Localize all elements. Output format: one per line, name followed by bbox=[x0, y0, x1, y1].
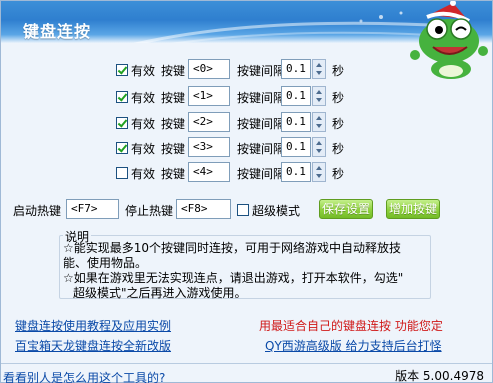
hotkey-row: 启动热键 <F7> 停止热键 <F8> 超级模式 保存设置 增加按键 bbox=[1, 199, 492, 221]
row-key-field[interactable]: <2> bbox=[188, 112, 230, 132]
key-row: 有效 按键 <1> 按键间隔 0.1 秒 bbox=[1, 86, 381, 108]
row-interval-stepper[interactable] bbox=[312, 86, 326, 106]
row-interval-field[interactable]: 0.1 bbox=[281, 86, 311, 106]
row-enabled-checkbox[interactable] bbox=[116, 64, 128, 76]
row-key-label: 按键 bbox=[161, 142, 186, 156]
row-unit-label: 秒 bbox=[332, 117, 345, 131]
row-interval-stepper[interactable] bbox=[312, 59, 326, 79]
description-line: 能、使用物品。 bbox=[63, 256, 148, 270]
row-unit-label: 秒 bbox=[332, 142, 345, 156]
description-line: ☆能实现最多10个按键同时连按，可用于网络游戏中自动释放技 bbox=[63, 241, 402, 255]
tutorial-link[interactable]: 键盘连按使用教程及应用实例 bbox=[15, 317, 171, 334]
row-enabled-label: 有效 bbox=[131, 167, 156, 181]
row-interval-label: 按键间隔 bbox=[237, 142, 286, 156]
stepper-up-icon[interactable] bbox=[316, 141, 322, 145]
row-enabled-label: 有效 bbox=[131, 117, 156, 131]
version-label: 版本 5.00.4978 bbox=[395, 369, 484, 383]
stepper-down-icon[interactable] bbox=[316, 124, 322, 128]
stepper-down-icon[interactable] bbox=[316, 174, 322, 178]
row-interval-field[interactable]: 0.1 bbox=[281, 137, 311, 157]
row-key-field[interactable]: <3> bbox=[188, 137, 230, 157]
stepper-down-icon[interactable] bbox=[316, 98, 322, 102]
support-link[interactable]: QY西游高级版 给力支持后台打怪 bbox=[265, 337, 442, 354]
row-interval-stepper[interactable] bbox=[312, 162, 326, 182]
key-row: 有效 按键 <2> 按键间隔 0.1 秒 bbox=[1, 112, 381, 134]
row-unit-label: 秒 bbox=[332, 64, 345, 78]
start-hotkey-label: 启动热键 bbox=[13, 204, 62, 218]
key-row: 有效 按键 <3> 按键间隔 0.1 秒 bbox=[1, 137, 381, 159]
stepper-down-icon[interactable] bbox=[316, 71, 322, 75]
stepper-down-icon[interactable] bbox=[316, 149, 322, 153]
row-unit-label: 秒 bbox=[332, 91, 345, 105]
row-unit-label: 秒 bbox=[332, 167, 345, 181]
row-interval-stepper[interactable] bbox=[312, 137, 326, 157]
stepper-up-icon[interactable] bbox=[316, 116, 322, 120]
frog-mascot-icon bbox=[410, 1, 488, 79]
row-key-field[interactable]: <1> bbox=[188, 86, 230, 106]
app-title: 键盘连按 bbox=[23, 22, 92, 41]
stop-hotkey-label: 停止热键 bbox=[125, 204, 174, 218]
row-interval-field[interactable]: 0.1 bbox=[281, 59, 311, 79]
key-row: 有效 按键 <0> 按键间隔 0.1 秒 bbox=[1, 59, 381, 81]
row-key-label: 按键 bbox=[161, 167, 186, 181]
description-text: ☆能实现最多10个按键同时连按，可用于网络游戏中自动释放技 能、使用物品。 ☆如… bbox=[63, 241, 435, 301]
row-key-label: 按键 bbox=[161, 117, 186, 131]
row-interval-field[interactable]: 0.1 bbox=[281, 112, 311, 132]
row-key-field[interactable]: <0> bbox=[188, 59, 230, 79]
description-line: ☆如果在游戏里无法实现连点，请退出游戏，打开本软件，勾选" bbox=[63, 271, 404, 285]
key-row: 有效 按键 <4> 按键间隔 0.1 秒 bbox=[1, 162, 381, 184]
row-interval-label: 按键间隔 bbox=[237, 117, 286, 131]
footer-divider bbox=[1, 363, 492, 364]
row-interval-field[interactable]: 0.1 bbox=[281, 162, 311, 182]
start-hotkey-field[interactable]: <F7> bbox=[66, 199, 119, 219]
super-mode-label: 超级模式 bbox=[252, 204, 301, 218]
save-settings-button[interactable]: 保存设置 bbox=[319, 199, 373, 219]
row-enabled-label: 有效 bbox=[131, 64, 156, 78]
new-version-link[interactable]: 百宝箱天龙键盘连按全新改版 bbox=[15, 337, 171, 354]
stop-hotkey-field[interactable]: <F8> bbox=[176, 199, 231, 219]
row-enabled-label: 有效 bbox=[131, 142, 156, 156]
row-interval-label: 按键间隔 bbox=[237, 64, 286, 78]
slogan-link[interactable]: 用最适合自己的键盘连按 功能您定 bbox=[259, 317, 443, 334]
row-interval-stepper[interactable] bbox=[312, 112, 326, 132]
add-key-button[interactable]: 增加按键 bbox=[386, 199, 440, 219]
stepper-up-icon[interactable] bbox=[316, 166, 322, 170]
row-interval-label: 按键间隔 bbox=[237, 91, 286, 105]
app-window: 键盘连按 有效 按键 <0> 按键间隔 0.1 秒 有效 按键 <1> 按键间隔… bbox=[0, 0, 493, 383]
stepper-up-icon[interactable] bbox=[316, 90, 322, 94]
row-key-label: 按键 bbox=[161, 91, 186, 105]
row-key-label: 按键 bbox=[161, 64, 186, 78]
row-key-field[interactable]: <4> bbox=[188, 162, 230, 182]
description-line: 超级模式"之后再进入游戏使用。 bbox=[73, 286, 247, 300]
row-enabled-checkbox[interactable] bbox=[116, 117, 128, 129]
row-enabled-checkbox[interactable] bbox=[116, 91, 128, 103]
header-swoosh-decoration bbox=[133, 11, 431, 43]
row-enabled-checkbox[interactable] bbox=[116, 167, 128, 179]
stepper-up-icon[interactable] bbox=[316, 63, 322, 67]
row-enabled-label: 有效 bbox=[131, 91, 156, 105]
others-usage-link[interactable]: 看看别人是怎么用这个工具的? bbox=[3, 369, 165, 383]
row-enabled-checkbox[interactable] bbox=[116, 142, 128, 154]
super-mode-checkbox[interactable] bbox=[237, 204, 249, 216]
row-interval-label: 按键间隔 bbox=[237, 167, 286, 181]
